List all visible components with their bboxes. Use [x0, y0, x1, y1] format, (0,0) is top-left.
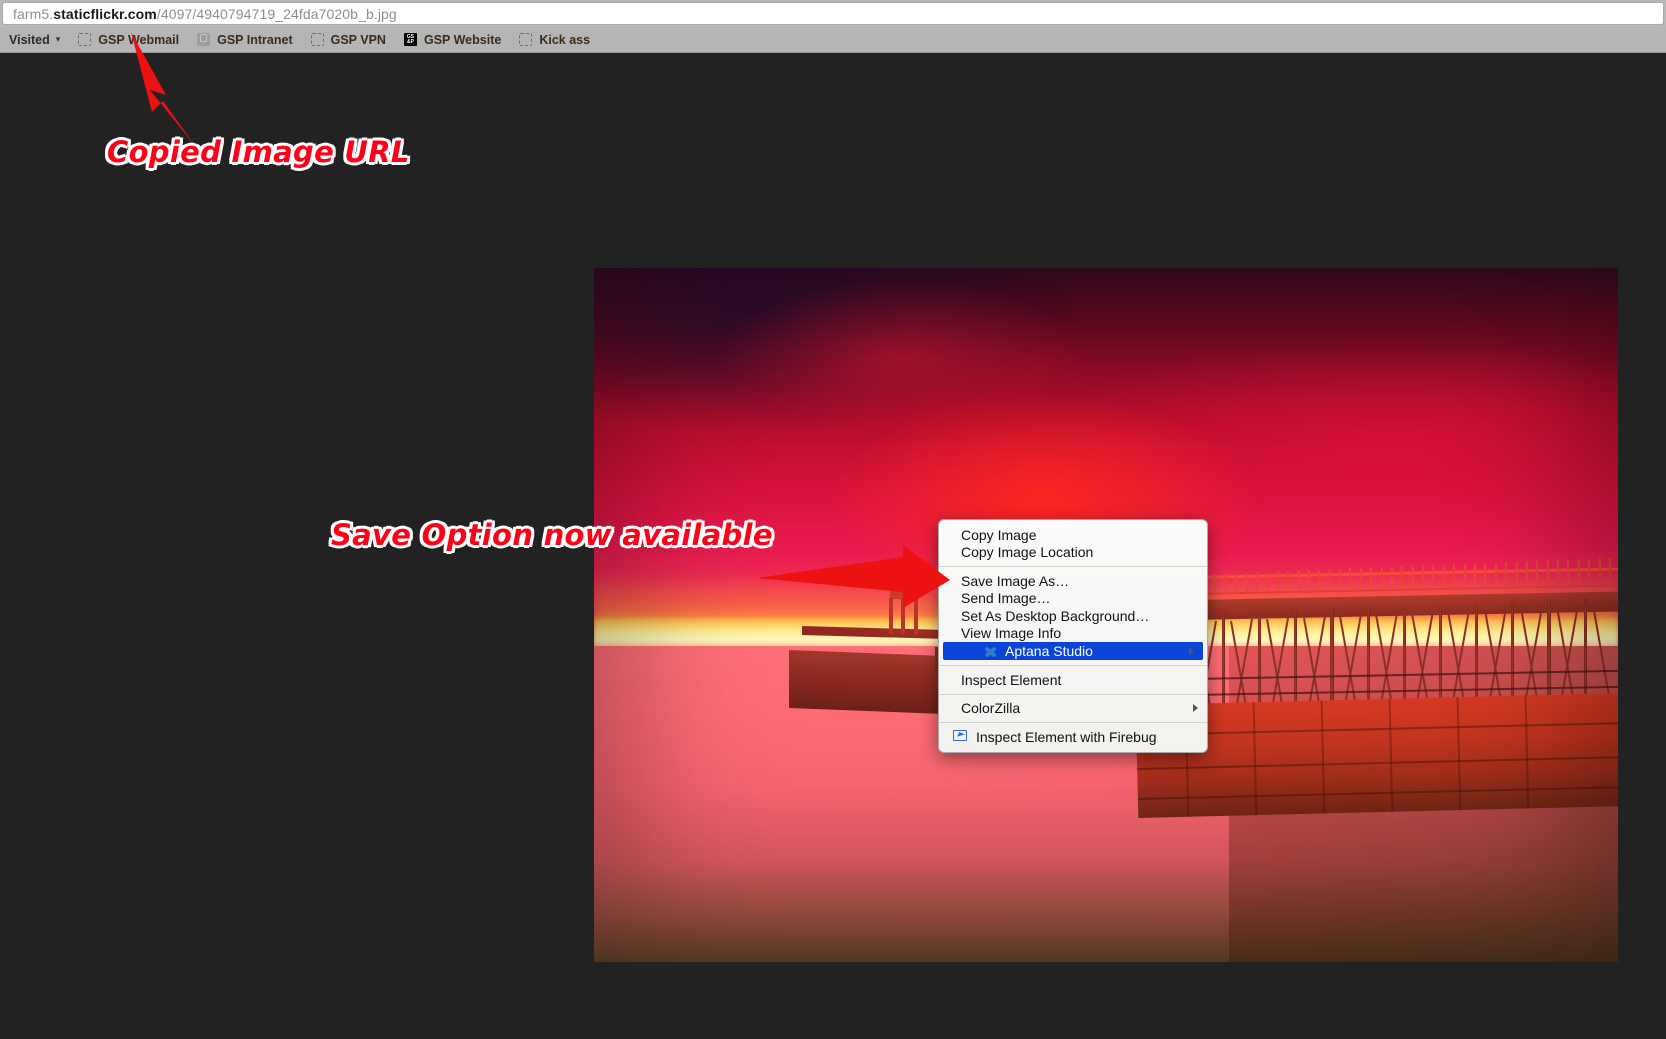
- annotation-save-option-available: Save Option now available: [331, 518, 773, 552]
- menu-item-aptana-studio[interactable]: Aptana Studio: [943, 642, 1203, 660]
- railing-post: [1608, 557, 1612, 579]
- menu-item-view-image-info[interactable]: View Image Info: [939, 625, 1207, 643]
- wall-block-line: [1388, 698, 1393, 812]
- railing-post: [1297, 570, 1300, 591]
- railing-post: [1245, 572, 1248, 593]
- menu-item-colorzilla[interactable]: ColorZilla: [939, 700, 1207, 718]
- wall-block-line: [1320, 699, 1325, 814]
- railing-post: [1276, 571, 1280, 592]
- railing-post: [1224, 573, 1228, 594]
- bookmark-gsp-webmail[interactable]: GSP Webmail: [69, 27, 188, 52]
- dashed-placeholder-icon: [310, 33, 324, 46]
- browser-window: farm5.staticflickr.com/4097/4940794719_2…: [0, 0, 1666, 1039]
- menu-item-label: Set As Desktop Background…: [961, 607, 1150, 624]
- lighthouse-leg: [913, 597, 918, 634]
- railing-post: [1463, 563, 1466, 585]
- image-context-menu[interactable]: Copy Image Copy Image Location Save Imag…: [938, 519, 1208, 753]
- menu-item-copy-image-location[interactable]: Copy Image Location: [939, 544, 1207, 562]
- pier-stone-wall: [1135, 692, 1618, 818]
- url-domain: staticflickr.com: [53, 5, 157, 22]
- railing-post: [1442, 564, 1446, 585]
- firebug-icon: [953, 730, 968, 743]
- bookmark-gsp-vpn[interactable]: GSP VPN: [302, 27, 395, 52]
- railing-post: [1328, 569, 1331, 590]
- menu-separator: [939, 566, 1207, 567]
- railing-post: [1255, 572, 1259, 593]
- dashed-placeholder-icon: [78, 33, 92, 46]
- menu-item-label: Copy Image: [961, 526, 1037, 543]
- bookmark-label: Visited: [9, 32, 50, 47]
- menu-item-copy-image[interactable]: Copy Image: [939, 526, 1207, 544]
- bookmark-label: Kick ass: [539, 32, 591, 47]
- url-input[interactable]: farm5.staticflickr.com/4097/4940794719_2…: [2, 2, 1664, 25]
- bookmark-gsp-website[interactable]: GS &P GSP Website: [395, 27, 510, 52]
- url-bar-row: farm5.staticflickr.com/4097/4940794719_2…: [0, 0, 1666, 27]
- railing-post: [1359, 567, 1363, 589]
- menu-separator: [939, 722, 1207, 723]
- railing-post: [1390, 566, 1394, 587]
- url-path: /4097/4940794719_24fda7020b_b.jpg: [156, 5, 397, 22]
- menu-item-label: Send Image…: [961, 590, 1051, 607]
- railing-post: [1380, 567, 1383, 588]
- wall-seam: [1136, 722, 1618, 736]
- railing-post: [1307, 570, 1311, 591]
- railing-post: [1338, 568, 1342, 590]
- wall-seam: [1137, 785, 1618, 800]
- bookmarks-bar: Visited ▾ GSP Webmail  GSP Intranet GSP…: [0, 27, 1666, 53]
- railing-post: [1494, 562, 1498, 583]
- lighthouse-leg: [888, 597, 893, 634]
- bookmark-label: GSP Website: [423, 32, 502, 47]
- railing-post: [1473, 563, 1477, 584]
- railing-post: [1525, 561, 1529, 582]
- menu-separator: [939, 665, 1207, 666]
- wall-block-line: [1524, 694, 1529, 809]
- submenu-arrow-icon: [1193, 704, 1198, 713]
- menu-item-label: Copy Image Location: [961, 544, 1094, 561]
- lighthouse-leg: [901, 597, 906, 634]
- railing-post: [1515, 561, 1518, 582]
- menu-item-label: Save Image As…: [961, 572, 1070, 589]
- gsp-favicon-icon: GS &P: [403, 33, 417, 46]
- right-pier: [1124, 557, 1618, 818]
- annotation-copied-image-url: Copied Image URL: [107, 135, 410, 169]
- menu-item-label: Inspect Element: [961, 671, 1062, 688]
- wire: [1141, 670, 1618, 681]
- lighthouse-lamp: [890, 583, 917, 599]
- menu-item-label: Aptana Studio: [1005, 643, 1093, 659]
- wall-block-line: [1456, 696, 1461, 810]
- bookmark-most-visited[interactable]: Visited ▾: [0, 27, 69, 52]
- wall-block-line: [1252, 701, 1257, 815]
- menu-item-inspect-element-with-firebug[interactable]: Inspect Element with Firebug: [939, 728, 1207, 746]
- menu-item-set-as-desktop-background[interactable]: Set As Desktop Background…: [939, 607, 1207, 625]
- url-prefix: farm5.: [13, 5, 54, 22]
- chevron-down-icon: ▾: [55, 34, 61, 44]
- railing-post: [1598, 558, 1601, 579]
- apple-icon: : [197, 33, 211, 46]
- wall-seam: [1137, 756, 1618, 770]
- menu-item-label: ColorZilla: [961, 700, 1021, 717]
- bookmark-kick-ass[interactable]: Kick ass: [510, 27, 599, 52]
- railing-post: [1546, 560, 1549, 581]
- menu-item-inspect-element[interactable]: Inspect Element: [939, 671, 1207, 689]
- menu-separator: [939, 693, 1207, 695]
- submenu-arrow-icon: [1189, 647, 1194, 655]
- dashed-placeholder-icon: [519, 33, 533, 46]
- bookmark-gsp-intranet[interactable]:  GSP Intranet: [188, 27, 301, 52]
- menu-item-send-image[interactable]: Send Image…: [939, 590, 1207, 608]
- aptana-icon: [983, 644, 998, 659]
- railing-post: [1411, 565, 1415, 587]
- menu-item-label: Inspect Element with Firebug: [976, 728, 1157, 745]
- bookmark-label: GSP Webmail: [98, 32, 180, 47]
- bookmark-label: GSP Intranet: [217, 32, 293, 47]
- menu-item-label: View Image Info: [961, 625, 1062, 642]
- menu-item-save-image-as[interactable]: Save Image As…: [939, 572, 1207, 590]
- lighthouse-tower: [886, 583, 921, 634]
- bookmark-label: GSP VPN: [330, 32, 386, 47]
- railing-post: [1556, 559, 1560, 581]
- railing-post: [1577, 559, 1581, 580]
- gsp-favicon-line2: &P: [406, 38, 414, 45]
